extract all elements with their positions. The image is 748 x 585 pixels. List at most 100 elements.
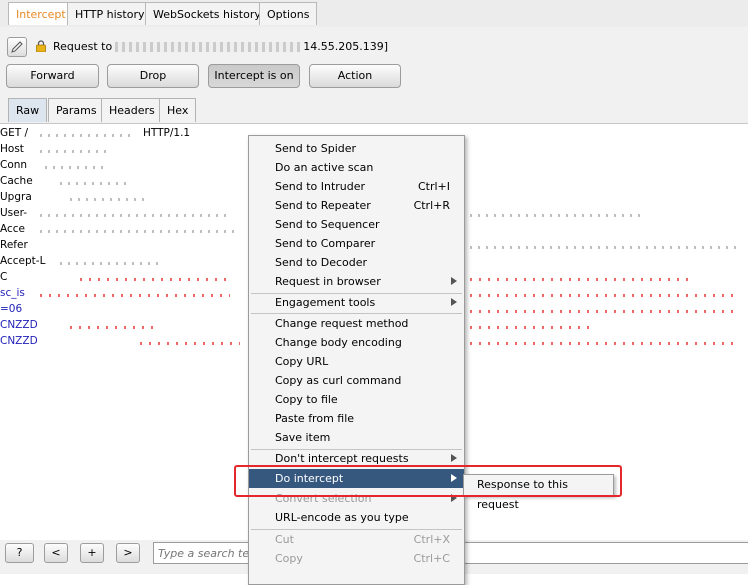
http-version-text: HTTP/1.1 [143, 127, 191, 139]
menu-save-item[interactable]: Save item [249, 428, 464, 447]
action-button[interactable]: Action [309, 64, 401, 88]
redacted-text [470, 326, 590, 329]
menu-send-to-intruder[interactable]: Send to Intruder Ctrl+I [249, 177, 464, 196]
tab-websockets-history[interactable]: WebSockets history [145, 2, 269, 25]
menu-request-in-browser[interactable]: Request in browser [249, 272, 464, 291]
lock-icon [36, 40, 46, 52]
menu-item-label: Send to Repeater [275, 199, 371, 212]
menu-change-body-encoding[interactable]: Change body encoding [249, 333, 464, 352]
subtab-headers[interactable]: Headers [101, 98, 163, 122]
editor-line: GET / HTTP/1.1 [0, 126, 190, 141]
redacted-text [40, 150, 110, 153]
subtab-raw[interactable]: Raw [8, 98, 48, 122]
menu-item-label: URL-encode as you type [275, 511, 409, 524]
editor-line: CNZZD [0, 335, 38, 347]
editor-line: User- [0, 207, 28, 219]
menu-item-label: Send to Intruder [275, 180, 366, 193]
redacted-text [40, 214, 230, 217]
redacted-text [470, 310, 740, 313]
menu-engagement-tools[interactable]: Engagement tools [249, 293, 464, 312]
editor-line: Cache [0, 175, 33, 187]
tab-options[interactable]: Options [259, 2, 318, 25]
subtab-hex[interactable]: Hex [159, 98, 197, 122]
menu-copy-as-curl[interactable]: Copy as curl command [249, 371, 464, 390]
tool-tabstrip: Intercept HTTP history WebSockets histor… [0, 0, 748, 27]
line-text: GET / [0, 127, 29, 139]
editor-line: Upgra [0, 191, 32, 203]
help-button[interactable]: ? [5, 543, 34, 563]
request-ip-tail: 14.55.205.139] [303, 40, 389, 53]
redacted-text [70, 326, 160, 329]
intercept-toggle-button[interactable]: Intercept is on [208, 64, 300, 88]
menu-item-label: Send to Decoder [275, 256, 368, 269]
submenu-arrow-icon [451, 454, 457, 462]
submenu-arrow-icon [451, 298, 457, 306]
add-match-button[interactable]: + [80, 543, 104, 563]
forward-button[interactable]: Forward [6, 64, 99, 88]
menu-copy-url[interactable]: Copy URL [249, 352, 464, 371]
menu-active-scan[interactable]: Do an active scan [249, 158, 464, 177]
redacted-text [470, 294, 740, 297]
editor-line: Accept-L [0, 255, 46, 267]
menu-paste-from-file[interactable]: Paste from file [249, 409, 464, 428]
tab-http-history[interactable]: HTTP history [67, 2, 153, 25]
menu-item-shortcut: Ctrl+I [417, 180, 450, 193]
redacted-text [60, 262, 160, 265]
editor-line: C [0, 271, 8, 283]
menu-item-label: Cut [275, 533, 294, 546]
menu-send-to-decoder[interactable]: Send to Decoder [249, 253, 464, 272]
pencil-icon [11, 41, 23, 53]
edit-pencil-button[interactable] [7, 37, 27, 57]
menu-item-label: Save item [275, 431, 331, 444]
request-target: Request to 14.55.205.139] [53, 40, 388, 53]
redacted-host [115, 42, 301, 52]
redacted-text [40, 134, 130, 137]
menu-item-label: Copy to file [275, 393, 338, 406]
editor-line: =06 [0, 303, 23, 315]
redacted-text [45, 166, 105, 169]
drop-button[interactable]: Drop [107, 64, 199, 88]
previous-match-button[interactable]: < [44, 543, 68, 563]
menu-item-label: Send to Sequencer [275, 218, 380, 231]
menu-item-label: Request in browser [275, 275, 381, 288]
redacted-text [70, 198, 150, 201]
menu-send-to-comparer[interactable]: Send to Comparer [249, 234, 464, 253]
menu-send-to-repeater[interactable]: Send to Repeater Ctrl+R [249, 196, 464, 215]
redacted-text [80, 278, 230, 281]
editor-line: Host [0, 143, 24, 155]
menu-change-request-method[interactable]: Change request method [249, 314, 464, 333]
menu-copy: Copy Ctrl+C [249, 549, 464, 568]
context-menu: Send to Spider Do an active scan Send to… [248, 135, 465, 585]
menu-send-to-sequencer[interactable]: Send to Sequencer [249, 215, 464, 234]
menu-item-label: Copy [275, 552, 303, 565]
subtab-params[interactable]: Params [48, 98, 105, 122]
menu-item-label: Copy as curl command [275, 374, 402, 387]
menu-item-shortcut: Ctrl+R [413, 199, 450, 212]
redacted-text [470, 342, 740, 345]
next-match-button[interactable]: > [116, 543, 140, 563]
editor-line: sc_is [0, 287, 25, 299]
tab-intercept[interactable]: Intercept [8, 2, 74, 25]
editor-line: Refer [0, 239, 28, 251]
menu-item-label: Engagement tools [275, 296, 376, 309]
menu-url-encode-as-you-type[interactable]: URL-encode as you type [249, 508, 464, 527]
submenu-arrow-icon [451, 277, 457, 285]
menu-item-label: Send to Spider [275, 142, 357, 155]
menu-item-label: Paste from file [275, 412, 355, 425]
redacted-text [140, 342, 240, 345]
menu-copy-to-file[interactable]: Copy to file [249, 390, 464, 409]
editor-line: CNZZD [0, 319, 38, 331]
redacted-text [40, 294, 230, 297]
menu-item-label: Copy URL [275, 355, 329, 368]
menu-send-to-spider[interactable]: Send to Spider [249, 139, 464, 158]
redacted-text [60, 182, 130, 185]
menu-item-label: Change body encoding [275, 336, 402, 349]
menu-cut: Cut Ctrl+X [249, 530, 464, 549]
redacted-text [470, 246, 740, 249]
redacted-text [40, 230, 240, 233]
menu-item-label: Send to Comparer [275, 237, 376, 250]
editor-line: Conn [0, 159, 28, 171]
menu-item-label: Do an active scan [275, 161, 374, 174]
redacted-text [470, 278, 690, 281]
editor-line: Acce [0, 223, 26, 235]
